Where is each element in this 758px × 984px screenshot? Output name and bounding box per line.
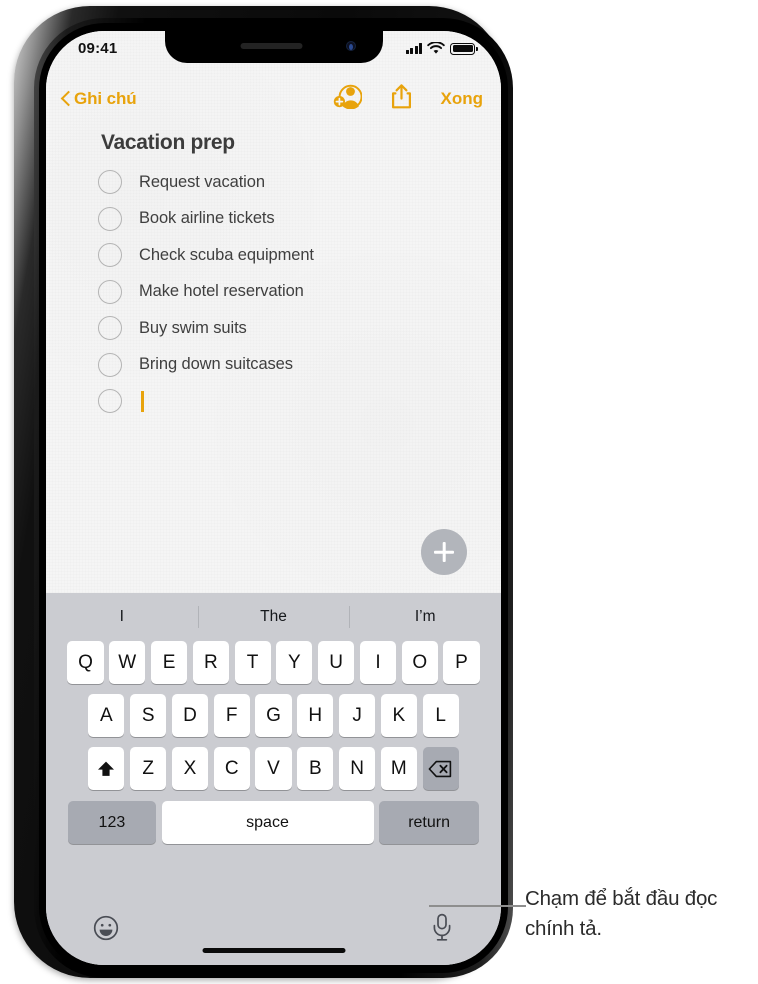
key-l[interactable]: L [422,694,459,737]
space-key[interactable]: space [161,801,374,844]
home-indicator[interactable] [202,947,345,953]
checklist: Request vacation Book airline tickets Ch… [98,164,428,420]
keyboard-row-4: 123 space return [46,801,501,844]
key-g[interactable]: G [255,694,292,737]
checkbox-circle-icon[interactable] [98,206,122,231]
key-i[interactable]: I [359,641,397,684]
screenshot-root: 09:41 Ghi chú Xong Vacation prep Request… [0,0,758,984]
key-c[interactable]: C [213,747,250,790]
checklist-item-label: Buy swim suits [139,318,247,337]
key-v[interactable]: V [255,747,292,790]
key-h[interactable]: H [297,694,334,737]
keyboard-bottom-bar [46,903,501,965]
checklist-item-label: Check scuba equipment [139,245,314,264]
key-b[interactable]: B [297,747,334,790]
key-t[interactable]: T [234,641,271,684]
key-k[interactable]: K [380,694,417,737]
note-title: Vacation prep [101,131,235,154]
suggestion-bar: I The I’m [46,593,501,641]
callout-text: Chạm để bắt đầu đọc chính tả. [525,887,718,940]
checklist-item-active[interactable] [98,383,428,420]
backspace-icon [428,760,452,777]
checklist-item[interactable]: Bring down suitcases [98,347,428,384]
key-o[interactable]: O [401,641,438,684]
text-cursor [141,390,144,412]
microphone-icon [433,913,451,941]
back-button[interactable]: Ghi chú [60,89,137,109]
keyboard-row-2: A S D F G H J K L [46,694,501,737]
key-s[interactable]: S [130,694,167,737]
cellular-bars-icon [405,43,422,54]
status-time: 09:41 [78,40,118,57]
collaborate-button[interactable] [333,84,363,114]
checkbox-circle-icon[interactable] [98,170,122,195]
display-notch [164,31,383,63]
numbers-key[interactable]: 123 [67,801,156,844]
key-u[interactable]: U [318,641,355,684]
key-x[interactable]: X [171,747,209,790]
key-j[interactable]: J [338,694,376,737]
checklist-item-label: Make hotel reservation [139,282,304,301]
key-q[interactable]: Q [67,641,104,684]
checklist-item-label: Request vacation [139,172,265,191]
dictation-button[interactable] [431,913,453,948]
suggestion-item[interactable]: I’m [349,608,501,626]
shift-key[interactable] [88,747,125,790]
checkbox-circle-icon[interactable] [98,352,122,377]
chevron-left-icon [60,90,71,108]
share-icon [391,84,411,109]
key-r[interactable]: R [192,641,229,684]
earpiece-speaker-icon [240,43,303,49]
keyboard-row-1: Q W E R T Y U I O P [46,641,501,684]
key-f[interactable]: F [213,694,250,737]
on-screen-keyboard: I The I’m Q W E R T Y U I O P A S D F G … [46,593,501,965]
checklist-item-label: Bring down suitcases [139,355,293,374]
checklist-item[interactable]: Request vacation [98,164,428,201]
checkbox-circle-icon[interactable] [98,316,122,341]
wifi-icon [427,42,445,54]
navigation-bar: Ghi chú Xong [46,75,501,123]
backspace-key[interactable] [422,747,459,790]
checkbox-circle-icon[interactable] [98,389,122,414]
key-a[interactable]: A [88,694,125,737]
back-button-label: Ghi chú [74,89,137,108]
key-d[interactable]: D [171,694,209,737]
done-button[interactable]: Xong [441,89,484,109]
checklist-item[interactable]: Check scuba equipment [98,237,428,274]
checklist-item[interactable]: Buy swim suits [98,310,428,347]
keyboard-row-3: Z X C V B N M [46,747,501,790]
add-attachment-button[interactable] [421,529,467,575]
key-m[interactable]: M [380,747,417,790]
key-z[interactable]: Z [130,747,167,790]
key-y[interactable]: Y [276,641,313,684]
emoji-smiley-icon [93,915,119,941]
key-n[interactable]: N [338,747,376,790]
suggestion-item[interactable]: The [198,608,350,626]
checkbox-circle-icon[interactable] [98,243,122,268]
key-w[interactable]: W [109,641,146,684]
checklist-item[interactable]: Book airline tickets [98,201,428,238]
key-e[interactable]: E [150,641,188,684]
phone-screen: 09:41 Ghi chú Xong Vacation prep Request… [46,31,501,965]
return-key[interactable]: return [379,801,480,844]
front-camera-icon [345,41,356,51]
add-person-icon [333,84,363,110]
status-indicators [405,42,478,55]
share-button[interactable] [390,83,413,115]
shift-arrow-icon [98,761,115,776]
checklist-item[interactable]: Make hotel reservation [98,274,428,311]
checklist-item-label: Book airline tickets [139,209,275,228]
callout-leader-line [429,905,526,908]
phone-frame: 09:41 Ghi chú Xong Vacation prep Request… [14,6,513,978]
key-p[interactable]: P [443,641,480,684]
battery-full-icon [450,42,478,55]
checkbox-circle-icon[interactable] [98,279,122,304]
suggestion-item[interactable]: I [46,608,198,626]
emoji-button[interactable] [93,915,119,946]
